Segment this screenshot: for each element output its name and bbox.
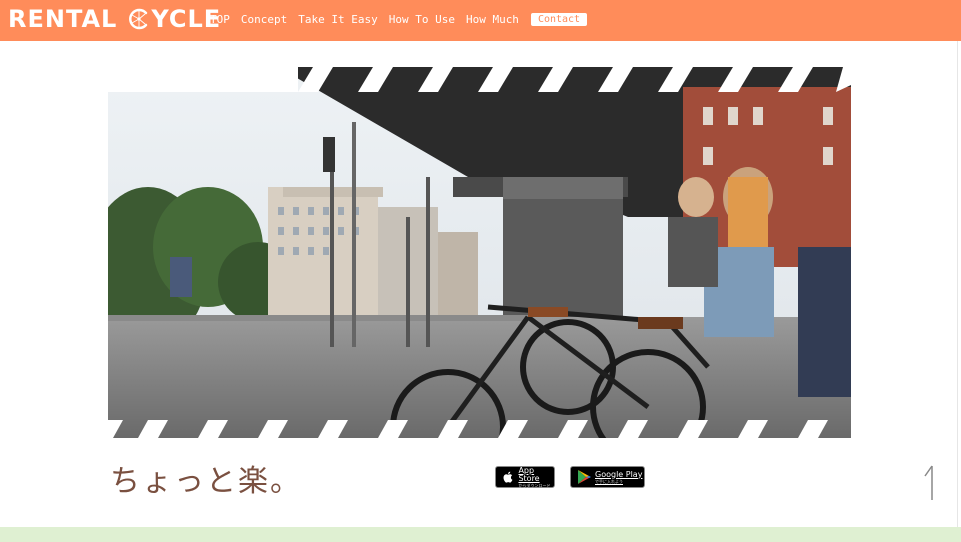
nav-item-how-much[interactable]: How Much (466, 13, 519, 26)
hero-image (108, 67, 851, 438)
site-header: RENTAL YCLE TOP Concept Take It Easy How… (0, 0, 961, 41)
city-bicycles-photo (108, 67, 851, 438)
app-store-sub: からダウンロード (518, 482, 551, 488)
google-play-icon (578, 470, 591, 484)
logo-text-rental: RENTAL (8, 5, 118, 33)
nav-item-take-it-easy[interactable]: Take It Easy (298, 13, 377, 26)
arrow-up-icon[interactable] (922, 462, 940, 502)
app-store-badge[interactable]: App Store からダウンロード (495, 466, 555, 488)
nav-item-contact[interactable]: Contact (530, 13, 588, 26)
google-play-title: Google Play (595, 469, 643, 479)
nav-item-top[interactable]: TOP (210, 13, 230, 26)
google-play-sub: で手に入れよう (595, 478, 623, 484)
site-logo[interactable]: RENTAL YCLE (8, 3, 221, 35)
tagline: ちょっと楽。 (110, 464, 302, 499)
bicycle-wheel-icon (129, 8, 148, 30)
footer-strip (0, 527, 961, 542)
google-play-badge[interactable]: Google Play で手に入れよう (570, 466, 645, 488)
nav-item-concept[interactable]: Concept (241, 13, 287, 26)
page-edge (957, 41, 958, 527)
app-store-title: App Store (518, 465, 540, 483)
main-nav: TOP Concept Take It Easy How To Use How … (210, 13, 588, 26)
apple-icon (503, 471, 513, 483)
nav-item-how-to-use[interactable]: How To Use (389, 13, 455, 26)
